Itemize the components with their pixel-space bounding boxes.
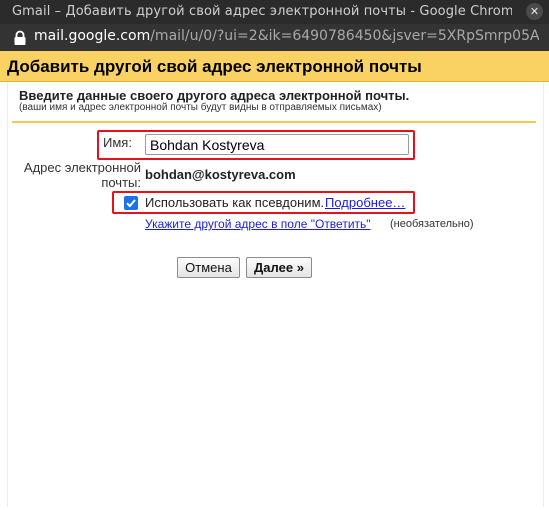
lock-icon[interactable] xyxy=(13,30,27,46)
intro-subtitle: (ваши имя и адрес электронной почты буду… xyxy=(19,102,382,113)
window-title: Gmail – Добавить другой свой адрес элект… xyxy=(12,4,512,19)
cancel-button[interactable]: Отмена xyxy=(177,257,240,278)
next-button[interactable]: Далее » xyxy=(246,257,312,278)
alias-checkbox-label[interactable]: Использовать как псевдоним. xyxy=(145,195,324,210)
divider xyxy=(12,121,536,123)
checkmark-icon xyxy=(126,199,136,208)
learn-more-link[interactable]: Подробнее… xyxy=(325,195,405,210)
alias-checkbox[interactable] xyxy=(124,196,138,210)
email-label: Адрес электронной почты: xyxy=(23,160,141,190)
window-title-bar: Gmail – Добавить другой свой адрес элект… xyxy=(0,0,549,24)
url-path: /mail/u/0/?ui=2&ik=6490786450&jsver=5XRp… xyxy=(150,28,539,44)
dialog-header: Добавить другой свой адрес электронной п… xyxy=(0,51,549,82)
email-value: bohdan@kostyreva.com xyxy=(145,167,296,182)
optional-note: (необязательно) xyxy=(390,218,474,230)
name-highlight-box xyxy=(97,130,415,160)
close-icon[interactable]: ✕ xyxy=(526,3,543,20)
intro-title: Введите данные своего другого адреса эле… xyxy=(19,88,410,103)
reply-to-link[interactable]: Укажите другой адрес в поле "Ответить" xyxy=(145,217,371,231)
address-bar[interactable]: mail.google.com/mail/u/0/?ui=2&ik=649078… xyxy=(0,24,549,51)
url-domain: mail.google.com xyxy=(34,28,151,44)
url-text[interactable]: mail.google.com/mail/u/0/?ui=2&ik=649078… xyxy=(34,28,539,44)
dialog-title: Добавить другой свой адрес электронной п… xyxy=(7,57,422,76)
